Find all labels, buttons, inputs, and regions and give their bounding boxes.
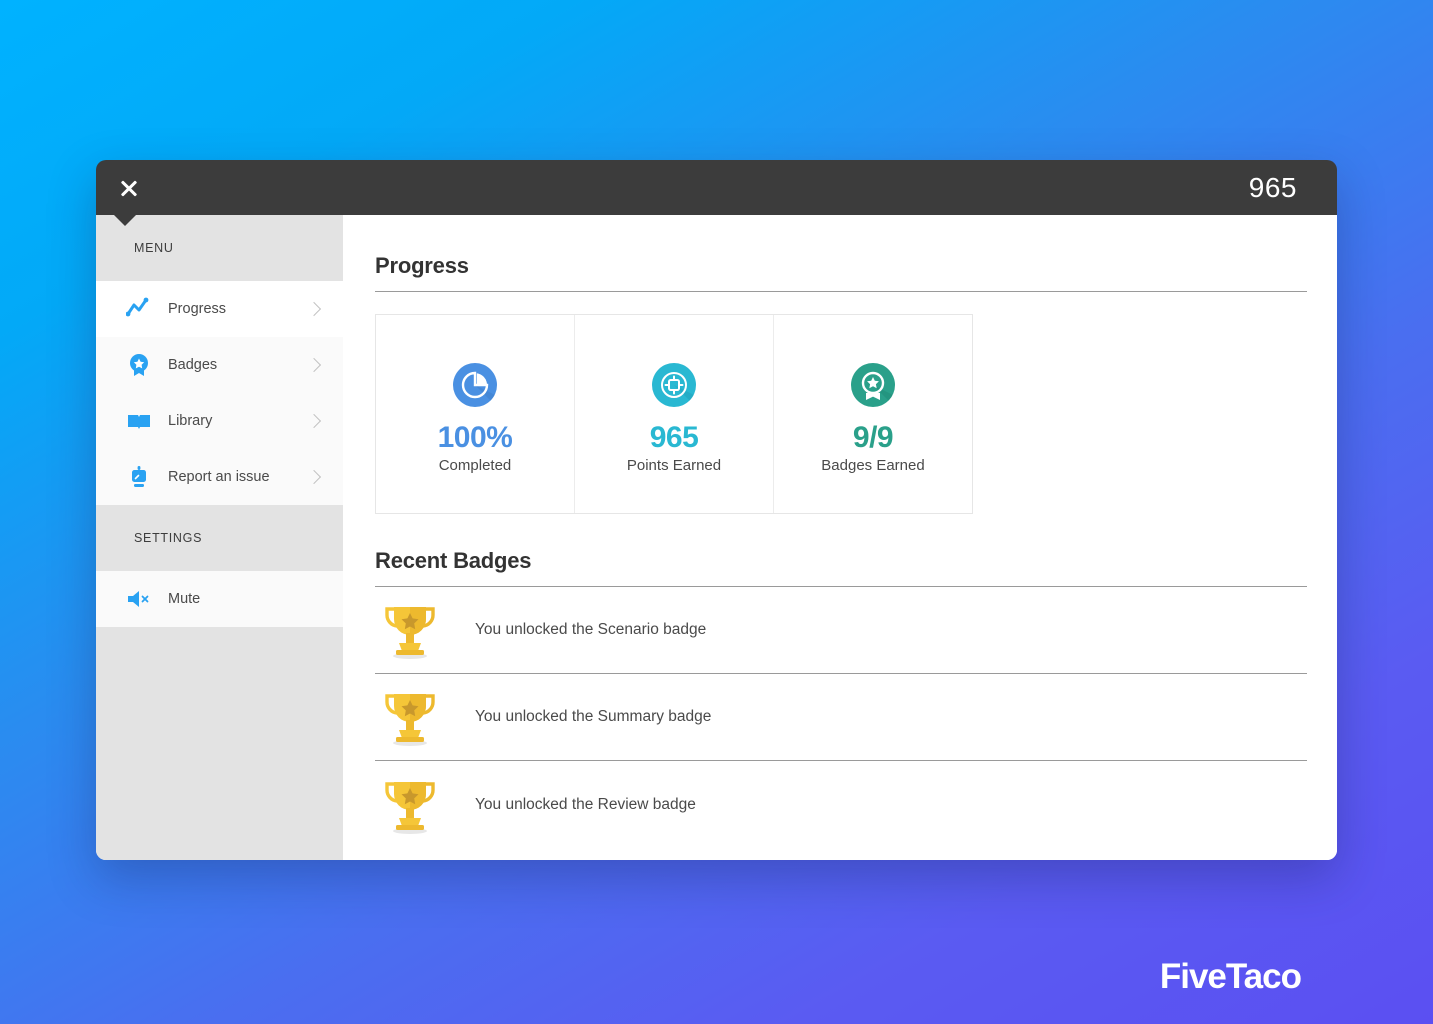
badge-list-item[interactable]: You unlocked the Summary badge: [375, 674, 1307, 761]
badge-text: You unlocked the Summary badge: [475, 708, 712, 725]
tooltip-arrow: [113, 214, 137, 226]
chevron-right-icon: [306, 357, 322, 373]
stat-value: 965: [649, 420, 699, 454]
stats-card: 100% Completed 965 Points Earned 9/9 Bad…: [375, 314, 973, 514]
sidebar-item-label: Progress: [168, 301, 227, 317]
sidebar-item-progress[interactable]: Progress: [96, 281, 343, 337]
close-icon[interactable]: [114, 173, 144, 203]
stat-completed: 100% Completed: [376, 315, 574, 513]
trophy-icon: [381, 599, 439, 661]
sidebar-item-label: Report an issue: [168, 469, 270, 485]
sidebar-item-library[interactable]: Library: [96, 393, 343, 449]
badge-text: You unlocked the Scenario badge: [475, 621, 707, 638]
stat-label: Completed: [438, 456, 512, 474]
stat-label: Badges Earned: [821, 456, 925, 474]
recent-badges-title: Recent Badges: [375, 548, 532, 573]
fivetaco-watermark: FiveTaco: [1159, 957, 1302, 996]
trophy-icon: [381, 774, 439, 836]
badge-list-item[interactable]: You unlocked the Scenario badge: [375, 587, 1307, 674]
progress-section-title: Progress: [375, 253, 469, 278]
sidebar-filler: [96, 627, 343, 860]
window-body: MENU Progress Badges Library Report an i…: [96, 215, 1337, 860]
badge-text: You unlocked the Review badge: [475, 795, 696, 813]
chevron-right-icon: [306, 301, 322, 317]
stat-points-earned: 965 Points Earned: [574, 315, 773, 513]
target-coin-icon: [648, 359, 700, 411]
report-issue-icon: [124, 462, 154, 492]
sidebar-item-report-an-issue[interactable]: Report an issue: [96, 449, 343, 505]
award-ribbon-icon: [124, 350, 154, 380]
sidebar-section-settings-header: SETTINGS: [96, 505, 343, 571]
badge-list-item[interactable]: You unlocked the Review badge: [375, 761, 1307, 848]
trophy-icon: [381, 686, 439, 748]
title-bar: 965: [96, 160, 1337, 226]
stat-badges-earned: 9/9 Badges Earned: [773, 315, 972, 513]
sidebar: MENU Progress Badges Library Report an i…: [96, 215, 343, 860]
line-chart-icon: [124, 294, 154, 324]
stat-value: 9/9: [852, 420, 894, 454]
sidebar-item-label: Library: [168, 413, 213, 429]
main-content: Progress 100% Completed 965 Points Earne…: [343, 215, 1337, 860]
app-window: 965 MENU Progress Badges Library Report …: [96, 160, 1337, 860]
sidebar-item-badges[interactable]: Badges: [96, 337, 343, 393]
open-book-icon: [124, 406, 154, 436]
sidebar-item-label: Mute: [168, 591, 201, 607]
score-value: 965: [1248, 171, 1297, 203]
speaker-mute-icon: [124, 584, 154, 614]
stat-label: Points Earned: [626, 456, 722, 474]
sidebar-item-mute[interactable]: Mute: [96, 571, 343, 627]
stat-value: 100%: [437, 420, 513, 454]
sidebar-item-label: Badges: [168, 357, 218, 373]
award-medal-icon: [847, 359, 899, 411]
pie-chart-icon: [449, 359, 501, 411]
chevron-right-icon: [306, 469, 322, 485]
recent-badges-header: Recent Badges: [375, 548, 1307, 587]
chevron-right-icon: [306, 413, 322, 429]
section-divider: [375, 291, 1307, 292]
